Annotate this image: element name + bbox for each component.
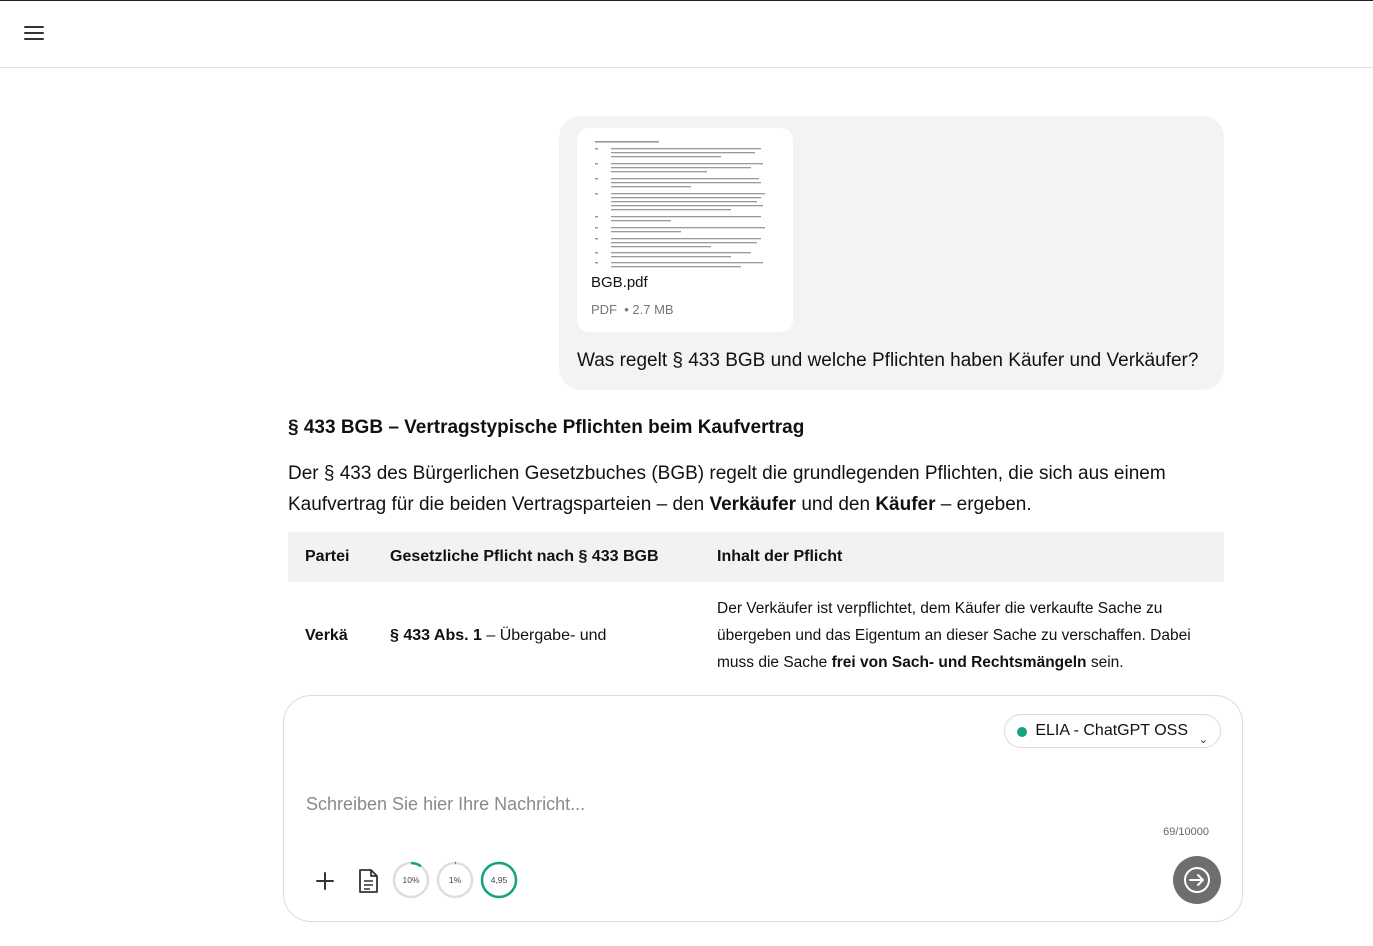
- arrow-right-icon: [1184, 867, 1210, 893]
- top-bar: [0, 1, 1373, 68]
- usage-gauge[interactable]: 10%: [392, 861, 430, 899]
- attachment-meta: PDF • 2.7 MB: [591, 302, 674, 317]
- character-counter: 69/10000: [1163, 826, 1209, 838]
- duties-table: Partei Gesetzliche Pflicht nach § 433 BG…: [288, 532, 1224, 674]
- plus-icon[interactable]: [312, 868, 338, 894]
- user-message-text: Was regelt § 433 BGB und welche Pflichte…: [577, 350, 1199, 371]
- user-message: BGB.pdf PDF • 2.7 MB Was regelt § 433 BG…: [559, 116, 1224, 390]
- answer-intro: Der § 433 des Bürgerlichen Gesetzbuches …: [288, 463, 1166, 515]
- send-button[interactable]: [1173, 856, 1221, 904]
- cell-duty: § 433 Abs. 1 – Übergabe- und: [390, 627, 607, 644]
- pdf-thumbnail: [591, 138, 781, 270]
- column-header-duty: Gesetzliche Pflicht nach § 433 BGB: [390, 548, 659, 565]
- model-selector[interactable]: ELIA - ChatGPT OSS ⌄: [1004, 714, 1221, 748]
- pdf-attachment-card[interactable]: BGB.pdf PDF • 2.7 MB: [577, 128, 793, 332]
- message-composer: ELIA - ChatGPT OSS ⌄ 69/10000 10% 1% 4,9…: [283, 695, 1243, 922]
- answer-heading: § 433 BGB – Vertragstypische Pflichten b…: [288, 417, 805, 438]
- model-status-dot: [1017, 727, 1028, 737]
- attachment-type: PDF: [591, 302, 617, 317]
- table-header-row: Partei Gesetzliche Pflicht nach § 433 BG…: [288, 532, 1224, 582]
- column-header-party: Partei: [305, 548, 350, 565]
- attachment-size: 2.7 MB: [632, 302, 674, 317]
- column-header-content: Inhalt der Pflicht: [717, 548, 843, 565]
- message-input[interactable]: [306, 791, 1206, 817]
- model-label: ELIA - ChatGPT OSS: [1035, 722, 1188, 739]
- chevron-down-icon: ⌄: [1198, 734, 1208, 746]
- document-icon[interactable]: [356, 867, 380, 895]
- hamburger-menu-icon[interactable]: [16, 19, 52, 49]
- cell-content: Der Verkäufer ist verpflichtet, dem Käuf…: [717, 600, 1191, 671]
- cell-party: Verkä: [305, 627, 348, 644]
- usage-gauge[interactable]: 4,95: [480, 861, 518, 899]
- assistant-answer: § 433 BGB – Vertragstypische Pflichten b…: [288, 416, 1224, 520]
- usage-gauge[interactable]: 1%: [436, 861, 474, 899]
- attachment-filename: BGB.pdf: [591, 274, 648, 291]
- table-row: Verkä § 433 Abs. 1 – Übergabe- und Der V…: [288, 582, 1224, 674]
